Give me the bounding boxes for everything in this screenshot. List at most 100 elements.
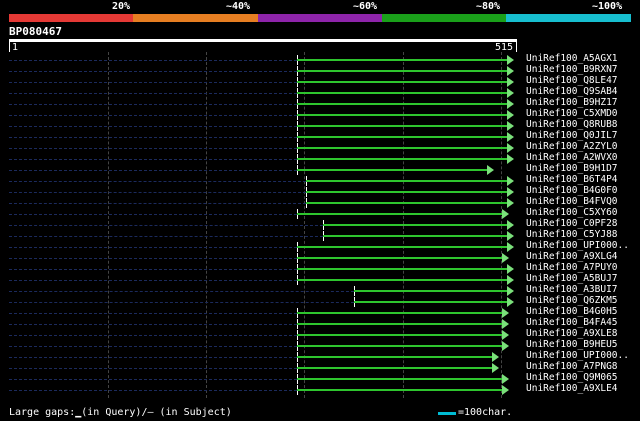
hit-alignment-bar[interactable] (296, 158, 507, 160)
hit-label[interactable]: UniRef100_Q8LE47 (526, 75, 618, 86)
hit-alignment-bar[interactable] (296, 334, 502, 336)
hit-direction-arrow (501, 209, 509, 219)
unaligned-region (9, 93, 297, 94)
unaligned-region (9, 71, 297, 72)
hit-alignment-bar[interactable] (296, 114, 507, 116)
unaligned-region (9, 203, 307, 204)
hit-label[interactable]: UniRef100_A9XLE4 (526, 383, 618, 394)
hit-label[interactable]: UniRef100_B6T4P4 (526, 174, 618, 185)
hit-label[interactable]: UniRef100_A9XLG4 (526, 251, 618, 262)
hit-label[interactable]: UniRef100_Q9SAB4 (526, 86, 618, 97)
unaligned-region (9, 104, 297, 105)
hit-direction-arrow (506, 66, 514, 76)
band-40 (133, 14, 258, 22)
hit-label[interactable]: UniRef100_A5BUJ7 (526, 273, 618, 284)
hit-alignment-bar[interactable] (296, 345, 502, 347)
hit-label[interactable]: UniRef100_C5YJ88 (526, 229, 618, 240)
hit-direction-arrow (486, 165, 494, 175)
unaligned-region (9, 126, 297, 127)
hit-label[interactable]: UniRef100_A2WVX0 (526, 152, 618, 163)
hit-alignment-bar[interactable] (296, 378, 502, 380)
unaligned-region (9, 324, 297, 325)
band-100 (506, 14, 631, 22)
hit-label[interactable]: UniRef100_Q0JIL7 (526, 130, 618, 141)
hit-label[interactable]: UniRef100_A2ZYL0 (526, 141, 618, 152)
hit-alignment-bar[interactable] (296, 70, 507, 72)
hit-label[interactable]: UniRef100_C5XY60 (526, 207, 618, 218)
hit-label[interactable]: UniRef100_B4FVQ0 (526, 196, 618, 207)
hit-alignment-bar[interactable] (296, 268, 507, 270)
hit-direction-arrow (506, 121, 514, 131)
band-20 (9, 14, 133, 22)
unaligned-region (9, 82, 297, 83)
hit-direction-arrow (506, 198, 514, 208)
hit-label[interactable]: UniRef100_A5AGX1 (526, 53, 618, 64)
hit-alignment-bar[interactable] (296, 257, 502, 259)
hit-alignment-bar[interactable] (296, 246, 507, 248)
hit-label[interactable]: UniRef100_Q9M065 (526, 372, 618, 383)
hit-direction-arrow (501, 385, 509, 395)
hit-direction-arrow (506, 99, 514, 109)
hit-label[interactable]: UniRef100_B4G0H5 (526, 306, 618, 317)
hit-label[interactable]: UniRef100_UPI000.. (526, 350, 629, 361)
hit-direction-arrow (501, 319, 509, 329)
hit-alignment-bar[interactable] (296, 213, 502, 215)
hit-direction-arrow (501, 374, 509, 384)
hit-label[interactable]: UniRef100_B9RXN7 (526, 64, 618, 75)
hit-alignment-bar[interactable] (306, 180, 507, 182)
hit-alignment-bar[interactable] (296, 136, 507, 138)
hit-alignment-bar[interactable] (296, 125, 507, 127)
pct-label-100: ~100% (592, 1, 623, 12)
unaligned-region (9, 313, 297, 314)
hit-direction-arrow (506, 88, 514, 98)
hit-label[interactable]: UniRef100_A3BUI7 (526, 284, 618, 295)
hit-alignment-bar[interactable] (296, 169, 487, 171)
unaligned-region (9, 181, 307, 182)
unaligned-region (9, 302, 354, 303)
hit-label[interactable]: UniRef100_A7PUY0 (526, 262, 618, 273)
hit-label[interactable]: UniRef100_UPI000.. (526, 240, 629, 251)
unaligned-region (9, 137, 297, 138)
hit-alignment-bar[interactable] (353, 290, 507, 292)
hit-alignment-bar[interactable] (296, 389, 502, 391)
unaligned-region (9, 115, 297, 116)
hit-alignment-bar[interactable] (296, 367, 492, 369)
pct-label-60: ~60% (353, 1, 378, 12)
hit-alignment-bar[interactable] (296, 59, 507, 61)
hit-alignment-bar[interactable] (306, 191, 507, 193)
hit-alignment-bar[interactable] (353, 301, 507, 303)
hit-alignment-bar[interactable] (306, 202, 507, 204)
hit-label[interactable]: UniRef100_B9H1D7 (526, 163, 618, 174)
hit-label[interactable]: UniRef100_C5XMD0 (526, 108, 618, 119)
pct-label-20: 20% (112, 1, 131, 12)
hit-direction-arrow (506, 176, 514, 186)
hit-label[interactable]: UniRef100_B4FA45 (526, 317, 618, 328)
hit-direction-arrow (506, 264, 514, 274)
hit-direction-arrow (506, 143, 514, 153)
hit-alignment-bar[interactable] (296, 92, 507, 94)
hit-alignment-bar[interactable] (296, 323, 502, 325)
hit-label[interactable]: UniRef100_A9XLE8 (526, 328, 618, 339)
hit-label[interactable]: UniRef100_C0PF28 (526, 218, 618, 229)
hit-alignment-bar[interactable] (322, 224, 507, 226)
hit-alignment-bar[interactable] (322, 235, 507, 237)
hit-label[interactable]: UniRef100_B4G0F0 (526, 185, 618, 196)
hit-alignment-bar[interactable] (296, 81, 507, 83)
unaligned-region (9, 148, 297, 149)
hit-direction-arrow (506, 77, 514, 87)
hit-label[interactable]: UniRef100_Q6ZKM5 (526, 295, 618, 306)
query-end-tick (516, 42, 517, 52)
unaligned-region (9, 335, 297, 336)
hit-alignment-bar[interactable] (296, 147, 507, 149)
hit-direction-arrow (506, 286, 514, 296)
hit-alignment-bar[interactable] (296, 356, 492, 358)
hit-alignment-bar[interactable] (296, 103, 507, 105)
hit-alignment-bar[interactable] (296, 279, 507, 281)
hit-label[interactable]: UniRef100_B9HZ17 (526, 97, 618, 108)
hit-label[interactable]: UniRef100_Q8RUB8 (526, 119, 618, 130)
hit-label[interactable]: UniRef100_B9HEU5 (526, 339, 618, 350)
unaligned-region (9, 236, 323, 237)
hit-direction-arrow (491, 352, 499, 362)
hit-label[interactable]: UniRef100_A7PNG8 (526, 361, 618, 372)
hit-alignment-bar[interactable] (296, 312, 502, 314)
